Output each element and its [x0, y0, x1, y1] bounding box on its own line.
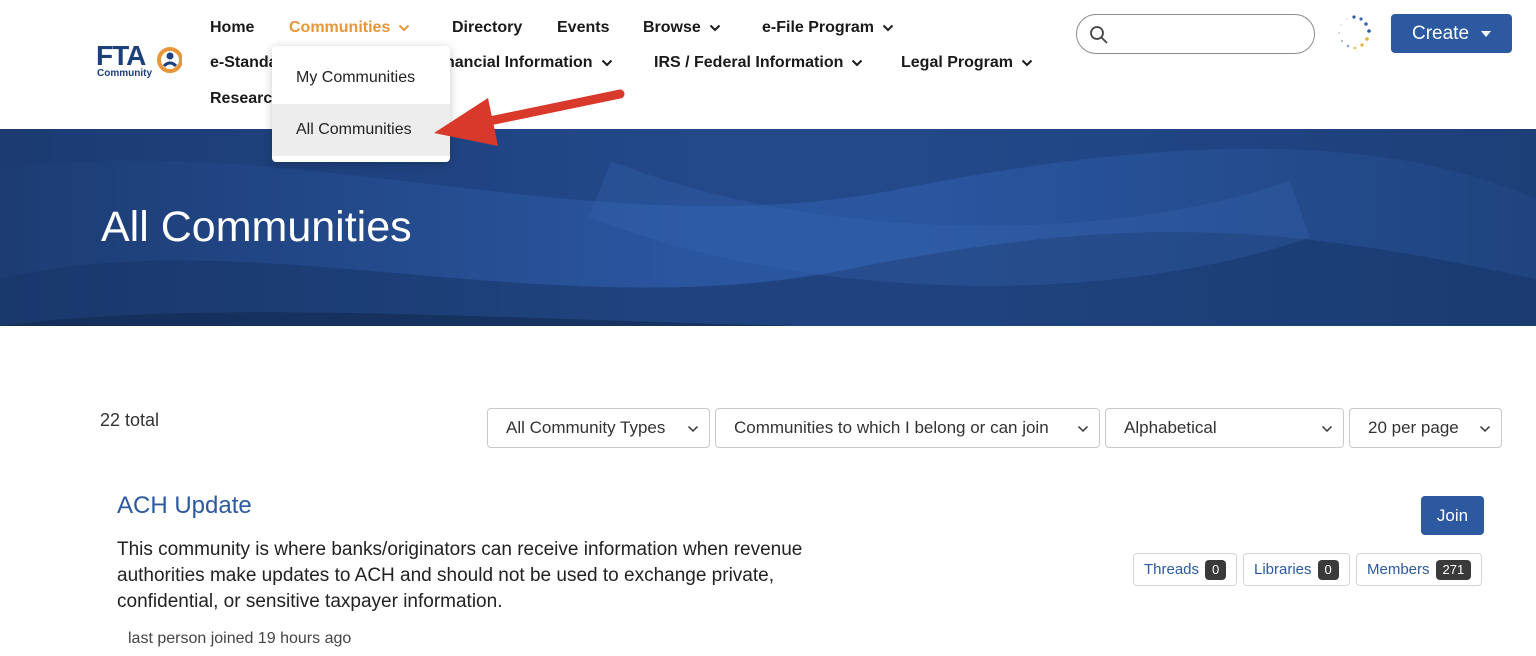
per-page-select[interactable]: 20 per page — [1349, 408, 1502, 448]
create-button-label: Create — [1411, 22, 1470, 44]
nav-financial-label: nancial Information — [445, 54, 593, 71]
join-button[interactable]: Join — [1421, 496, 1484, 535]
chevron-down-icon — [1077, 425, 1089, 433]
chevron-down-icon — [882, 24, 894, 32]
count-badge: 0 — [1205, 559, 1227, 580]
nav-communities-label: Communities — [289, 19, 391, 36]
nav-efile-program[interactable]: e-File Program — [762, 18, 894, 38]
select-value: Alphabetical — [1124, 418, 1217, 437]
nav-browse[interactable]: Browse — [643, 18, 721, 38]
search-icon — [1090, 26, 1108, 44]
libraries-stat-link[interactable]: Libraries 0 — [1243, 553, 1350, 586]
chevron-down-icon — [601, 59, 612, 67]
join-button-label: Join — [1436, 505, 1469, 525]
results-total: 22 total — [100, 410, 160, 430]
nav-home-label: Home — [210, 19, 255, 36]
communities-dropdown-menu: My Communities All Communities — [272, 46, 450, 162]
nav-home[interactable]: Home — [210, 18, 254, 38]
page-title: All Communities — [101, 203, 412, 251]
count-badge: 271 — [1435, 559, 1472, 580]
logo-subtext: Community — [97, 68, 152, 79]
loading-spinner-icon — [1338, 15, 1371, 50]
menu-item-all-communities[interactable]: All Communities — [272, 104, 450, 156]
menu-item-label: My Communities — [296, 69, 416, 86]
nav-browse-label: Browse — [643, 19, 701, 36]
select-value: All Community Types — [506, 418, 666, 437]
nav-efile-label: e-File Program — [762, 19, 875, 36]
menu-item-label: All Communities — [296, 121, 412, 138]
nav-irs-label: IRS / Federal Information — [654, 54, 844, 71]
nav-directory[interactable]: Directory — [452, 18, 522, 38]
select-value: 20 per page — [1368, 418, 1459, 437]
community-description: This community is where banks/originator… — [117, 539, 803, 612]
fta-community-logo[interactable]: FTA Community — [96, 42, 186, 86]
chevron-down-icon — [399, 24, 410, 32]
nav-estandards[interactable]: e-Standa — [210, 53, 278, 73]
chevron-down-icon — [1479, 425, 1491, 433]
stat-label: Threads — [1144, 561, 1200, 578]
membership-filter-select[interactable]: Communities to which I belong or can joi… — [715, 408, 1100, 448]
menu-item-my-communities[interactable]: My Communities — [272, 52, 450, 104]
logo-emblem-icon — [157, 47, 182, 73]
nav-financial-information[interactable]: nancial Information — [445, 53, 613, 73]
chevron-down-icon — [1021, 59, 1033, 67]
members-stat-link[interactable]: Members 271 — [1356, 553, 1483, 586]
nav-legal-program[interactable]: Legal Program — [901, 53, 1033, 73]
stat-label: Members — [1367, 561, 1430, 578]
caret-down-icon — [1481, 30, 1492, 37]
nav-events-label: Events — [557, 19, 610, 36]
chevron-down-icon — [1321, 425, 1333, 433]
chevron-down-icon — [852, 59, 863, 67]
threads-stat-link[interactable]: Threads 0 — [1133, 553, 1238, 586]
nav-research-label: Researc — [210, 90, 273, 107]
nav-irs-federal-information[interactable]: IRS / Federal Information — [654, 53, 863, 73]
search-input[interactable] — [1117, 21, 1302, 47]
site-header: FTA Community Home Communities Directory… — [0, 0, 1536, 129]
page-banner: All Communities — [0, 129, 1536, 326]
community-type-select[interactable]: All Community Types — [487, 408, 710, 448]
logo-text: FTA — [96, 40, 146, 71]
nav-estandards-label: e-Standa — [210, 54, 278, 71]
nav-research[interactable]: Researc — [210, 89, 272, 109]
community-title-link[interactable]: ACH Update — [117, 492, 252, 520]
count-badge: 0 — [1317, 559, 1339, 580]
nav-events[interactable]: Events — [557, 18, 609, 38]
sort-select[interactable]: Alphabetical — [1105, 408, 1344, 448]
stat-label: Libraries — [1254, 561, 1312, 578]
select-value: Communities to which I belong or can joi… — [734, 418, 1049, 437]
nav-communities[interactable]: Communities — [289, 18, 410, 38]
community-last-joined: last person joined 19 hours ago — [128, 630, 352, 647]
chevron-down-icon — [709, 24, 721, 32]
nav-legal-label: Legal Program — [901, 54, 1014, 71]
nav-directory-label: Directory — [452, 19, 523, 36]
search-box[interactable] — [1076, 14, 1315, 54]
chevron-down-icon — [687, 425, 699, 433]
create-button[interactable]: Create — [1391, 14, 1512, 53]
annotation-arrow-icon — [434, 89, 625, 146]
